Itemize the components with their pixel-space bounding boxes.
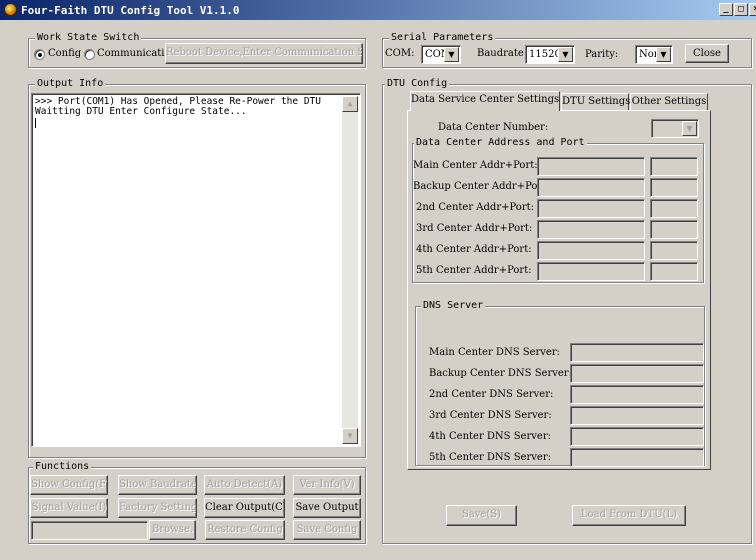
main-center-addr-input[interactable] — [537, 157, 645, 176]
data-center-number-select[interactable]: ▼ — [651, 119, 699, 138]
chevron-down-icon[interactable]: ▼ — [444, 47, 459, 62]
load-from-dtu-button[interactable]: Load From DTU(L) — [572, 505, 686, 526]
backup-center-dns-label: Backup Center DNS Server: — [429, 368, 572, 379]
browse-button[interactable]: Browse. — [149, 520, 196, 540]
4th-center-dns-label: 4th Center DNS Server: — [429, 431, 551, 442]
2nd-center-dns-label: 2nd Center DNS Server: — [429, 389, 554, 400]
tab-other-settings[interactable]: Other Settings — [630, 93, 708, 111]
output-line: Waitting DTU Enter Configure State... — [35, 106, 247, 117]
addr-port-group-label: Data Center Address and Port — [414, 137, 587, 149]
ver-info-button[interactable]: Ver Info(V) — [293, 475, 361, 495]
close-window-button[interactable]: × — [749, 3, 756, 16]
minimize-button[interactable]: _ — [719, 3, 733, 16]
app-icon — [4, 3, 17, 16]
tab-data-service-center[interactable]: Data Service Center Settings — [410, 91, 560, 111]
main-center-dns-input[interactable] — [570, 343, 704, 362]
3rd-center-addr-label: 3rd Center Addr+Port: — [416, 223, 533, 234]
title-bar[interactable]: Four-Faith DTU Config Tool V1.1.0 _ □ × — [0, 0, 756, 20]
5th-center-dns-label: 5th Center DNS Server: — [429, 452, 551, 463]
communication-radio[interactable] — [84, 49, 95, 60]
backup-center-addr-input[interactable] — [537, 178, 645, 197]
main-center-port-input[interactable] — [650, 157, 698, 176]
data-center-number-label: Data Center Number: — [438, 122, 549, 133]
4th-center-port-input[interactable] — [650, 241, 698, 260]
baudrate-select[interactable]: 115200 ▼ — [525, 45, 575, 64]
2nd-center-addr-input[interactable] — [537, 199, 645, 218]
4th-center-addr-label: 4th Center Addr+Port: — [416, 244, 532, 255]
parity-label: Parity: — [585, 49, 619, 60]
backup-center-addr-label: Backup Center Addr+Port: — [413, 181, 550, 192]
dtu-config-group: DTU Config Data Service Center Settings … — [382, 78, 752, 544]
2nd-center-dns-input[interactable] — [570, 385, 704, 404]
dns-server-group-label: DNS Server — [421, 300, 486, 312]
output-info-label: Output Info — [35, 78, 106, 90]
chevron-down-icon[interactable]: ▼ — [682, 121, 697, 136]
scroll-up-icon[interactable]: ▲ — [342, 96, 358, 112]
restore-config-button[interactable]: Restore Config — [205, 520, 285, 540]
close-port-button[interactable]: Close — [685, 44, 729, 63]
chevron-down-icon[interactable]: ▼ — [558, 47, 573, 62]
auto-detect-button[interactable]: Auto Detect(A) — [204, 475, 285, 495]
dtu-config-label: DTU Config — [385, 78, 450, 90]
save-settings-button[interactable]: Save(S) — [446, 505, 517, 526]
output-textarea[interactable]: >>> Port(COM1) Has Opened, Please Re-Pow… — [31, 93, 361, 447]
com-label: COM: — [385, 48, 415, 59]
tab-panel: Data Center Number: ▼ Data Center Addres… — [407, 110, 711, 470]
main-center-dns-label: Main Center DNS Server: — [429, 347, 560, 358]
serial-params-label: Serial Parameters — [389, 32, 496, 44]
output-scrollbar[interactable]: ▲ ▼ — [342, 96, 358, 444]
factory-setting-button[interactable]: Factory Setting — [118, 498, 197, 518]
work-state-label: Work State Switch — [35, 32, 142, 44]
reboot-device-button[interactable]: Reboot Device,Enter Communication State — [165, 43, 363, 64]
output-info-group: Output Info >>> Port(COM1) Has Opened, P… — [28, 78, 366, 458]
save-config-button[interactable]: Save Config — [293, 520, 361, 540]
baudrate-label: Baudrate — [477, 48, 524, 59]
main-center-addr-label: Main Center Addr+Port: — [413, 160, 538, 171]
tab-dtu-settings[interactable]: DTU Settings — [561, 93, 630, 111]
restore-file-path-input[interactable] — [31, 521, 148, 540]
window-title: Four-Faith DTU Config Tool V1.1.0 — [21, 4, 240, 17]
5th-center-port-input[interactable] — [650, 262, 698, 281]
3rd-center-addr-input[interactable] — [537, 220, 645, 239]
save-output-button[interactable]: Save Output — [293, 498, 361, 518]
dns-server-group: DNS Server Main Center DNS Server: Backu… — [415, 300, 705, 467]
5th-center-addr-input[interactable] — [537, 262, 645, 281]
functions-group: Functions Show Config(F) Show Baudrate A… — [28, 461, 366, 544]
show-baudrate-button[interactable]: Show Baudrate — [118, 475, 197, 495]
chevron-down-icon[interactable]: ▼ — [656, 47, 671, 62]
clear-output-button[interactable]: Clear Output(C) — [204, 498, 285, 518]
work-state-group: Work State Switch Config Communication R… — [28, 32, 366, 68]
config-radio[interactable] — [34, 49, 45, 60]
2nd-center-port-input[interactable] — [650, 199, 698, 218]
com-select[interactable]: COM1 ▼ — [421, 45, 461, 64]
backup-center-port-input[interactable] — [650, 178, 698, 197]
4th-center-dns-input[interactable] — [570, 427, 704, 446]
signal-value-button[interactable]: Signal Value(I) — [30, 498, 108, 518]
functions-label: Functions — [33, 461, 92, 473]
backup-center-dns-input[interactable] — [570, 364, 704, 383]
4th-center-addr-input[interactable] — [537, 241, 645, 260]
serial-params-group: Serial Parameters COM: COM1 ▼ Baudrate 1… — [382, 32, 752, 68]
parity-select[interactable]: None ▼ — [635, 45, 673, 64]
3rd-center-dns-label: 3rd Center DNS Server: — [429, 410, 552, 421]
3rd-center-dns-input[interactable] — [570, 406, 704, 425]
text-cursor — [35, 118, 36, 128]
show-config-button[interactable]: Show Config(F) — [30, 475, 108, 495]
addr-port-group: Data Center Address and Port Main Center… — [412, 137, 704, 283]
2nd-center-addr-label: 2nd Center Addr+Port: — [416, 202, 534, 213]
3rd-center-port-input[interactable] — [650, 220, 698, 239]
maximize-button[interactable]: □ — [734, 3, 748, 16]
5th-center-addr-label: 5th Center Addr+Port: — [416, 265, 532, 276]
5th-center-dns-input[interactable] — [570, 448, 704, 467]
config-radio-label[interactable]: Config — [48, 48, 81, 59]
scroll-down-icon[interactable]: ▼ — [342, 428, 358, 444]
